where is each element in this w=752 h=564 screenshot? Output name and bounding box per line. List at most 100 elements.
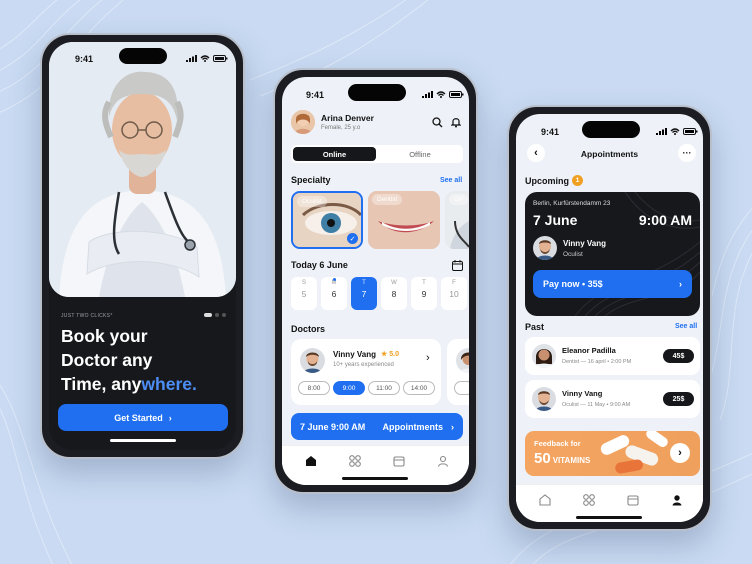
past-see-all[interactable]: See all [675,323,697,330]
home-indicator [110,439,176,442]
user-avatar[interactable] [291,110,315,134]
specialty-see-all[interactable]: See all [440,177,462,184]
upcoming-specialty: Oculist [563,251,583,258]
past-price: 45$ [663,349,694,363]
phone-onboarding: 9:41 JUST TWO CLICKS* Book your Doctor a… [40,33,245,459]
search-icon[interactable] [432,117,443,128]
specialty-gp[interactable]: GP [445,191,469,249]
past-title: Past [525,322,545,332]
promo-line1: Feedback for [534,439,581,448]
doctor-photo [49,42,236,297]
past-item[interactable]: Eleanor Padilla Dentist — 16 april • 2:0… [525,337,700,375]
status-time: 9:41 [75,54,94,64]
page-title: Appointments [580,149,639,159]
more-button[interactable]: ··· [678,144,696,162]
home-icon[interactable] [538,493,552,507]
status-icons [656,128,698,135]
day-item[interactable]: W8 [381,277,407,310]
upcoming-title: Upcoming [525,176,569,186]
doctor-avatar [533,236,557,260]
user-meta: Female, 25 y.o [321,125,361,131]
more-dots-icon: ··· [682,148,692,158]
signal-icon [186,55,197,62]
specialty-dentist[interactable]: Dentist [368,191,440,249]
day-item[interactable]: M6 [321,277,347,310]
pills-image [600,431,668,474]
time-slot[interactable]: 14:00 [403,381,435,395]
grid-icon[interactable] [582,493,596,507]
phone-appointments: 9:41 ‹ Appointments ··· Upcoming 1 Berli… [507,105,712,531]
past-item[interactable]: Vinny Vang Oculist — 11 May • 9:00 AM 25… [525,380,700,418]
profile-icon[interactable] [436,454,450,468]
star-icon: ★ [381,351,388,358]
doctor-card-next[interactable] [447,339,469,405]
upcoming-doctor: Vinny Vang [563,239,606,248]
wifi-icon [200,55,210,62]
upcoming-count-badge: 1 [572,175,583,186]
onboarding-screen: 9:41 JUST TWO CLICKS* Book your Doctor a… [49,42,236,450]
doctor-avatar [532,344,556,368]
phone-home: 9:41 Arina Denver Female, 25 y.o Online … [273,68,478,494]
past-price: 25$ [663,392,694,406]
day-item[interactable]: F 10 [441,277,467,310]
chevron-right-icon: › [678,447,682,459]
promo-offer: 50 VITAMINS [534,450,591,467]
status-time: 9:41 [541,127,560,137]
tab-online[interactable]: Online [293,147,376,161]
upcoming-date: 7 June [533,212,578,228]
past-meta: Oculist — 11 May • 9:00 AM [562,402,631,408]
day-item[interactable]: T9 [411,277,437,310]
wifi-icon [436,91,446,98]
calendar-icon[interactable] [392,454,406,468]
get-started-button[interactable]: Get Started › [58,404,228,431]
battery-icon [213,55,228,62]
online-offline-toggle: Online Offline [291,145,463,163]
dynamic-island [582,121,640,138]
battery-icon [683,128,698,135]
doctor-name: Vinny Vang [333,350,376,359]
appointments-screen: 9:41 ‹ Appointments ··· Upcoming 1 Berli… [516,114,703,522]
profile-icon[interactable] [670,493,684,507]
tab-offline[interactable]: Offline [379,147,461,161]
upcoming-card[interactable]: Berlin, Kurfürstendamm 23 7 June 9:00 AM… [525,192,700,316]
user-name: Arina Denver [321,113,374,123]
past-doctor-name: Eleanor Padilla [562,346,616,355]
day-item[interactable]: S5 [291,277,317,310]
doctor-avatar [456,348,469,373]
doctor-experience: 10+ years experienced [333,362,394,368]
calendar-icon[interactable] [452,260,463,271]
home-screen: 9:41 Arina Denver Female, 25 y.o Online … [282,77,469,485]
headline: Book your Doctor any Time, anywhere. [61,326,197,394]
home-indicator [342,477,408,480]
day-item-selected[interactable]: T7 [351,277,377,310]
check-icon: ✓ [347,233,358,244]
home-icon[interactable] [304,454,318,468]
chevron-right-icon: › [679,279,682,289]
upcoming-address: Berlin, Kurfürstendamm 23 [533,200,611,207]
promo-arrow-button[interactable]: › [670,443,690,463]
tagline: JUST TWO CLICKS* [61,313,113,319]
past-meta: Dentist — 16 april • 2:00 PM [562,359,632,365]
wifi-icon [670,128,680,135]
chevron-right-icon: › [451,421,454,432]
specialty-oculist[interactable]: Oculist ✓ [291,191,363,249]
status-time: 9:41 [306,90,325,100]
doctor-rating: ★ 5.0 [381,351,399,358]
time-slot[interactable]: 8:00 [298,381,330,395]
pay-now-button[interactable]: Pay now • 35$ › [533,270,692,298]
grid-icon[interactable] [348,454,362,468]
dynamic-island [119,48,167,64]
dynamic-island [348,84,406,101]
doctor-card[interactable]: Vinny Vang ★ 5.0 10+ years experienced ›… [291,339,441,405]
time-slot-selected[interactable]: 9:00 [333,381,365,395]
pager-dots[interactable] [204,313,226,317]
time-slot[interactable]: 11:00 [368,381,400,395]
bell-icon[interactable] [451,116,461,128]
promo-banner[interactable]: Feedback for 50 VITAMINS › [525,431,700,476]
appointments-bar[interactable]: 7 June 9:00 AM Appointments › [291,413,463,440]
doctor-avatar [532,387,556,411]
calendar-icon[interactable] [626,493,640,507]
chevron-right-icon[interactable]: › [426,352,430,364]
status-icons [186,55,228,62]
signal-icon [422,91,433,98]
